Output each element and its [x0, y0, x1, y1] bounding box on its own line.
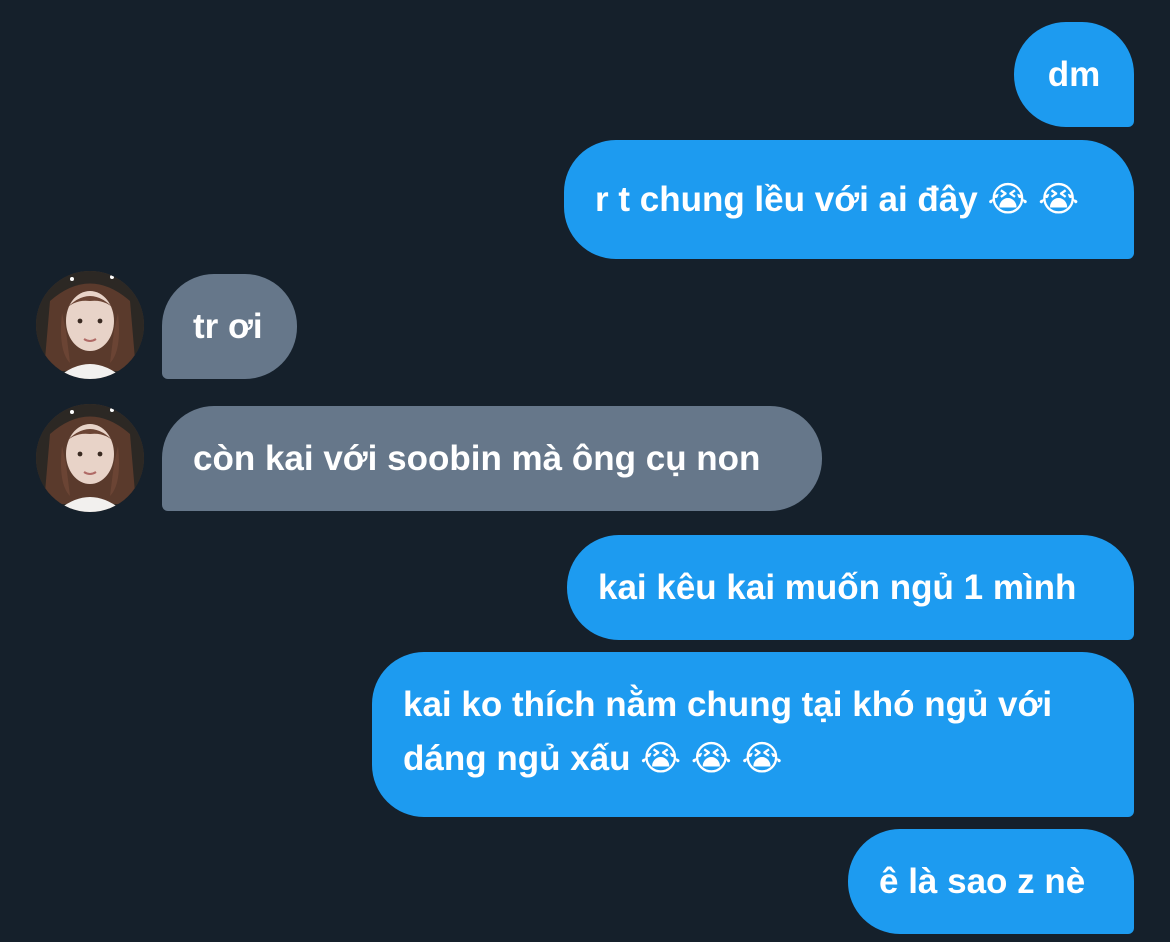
avatar[interactable] — [36, 271, 144, 379]
message-text: tr ơi — [193, 307, 263, 346]
message-bubble-sent[interactable]: ê là sao z nè — [848, 829, 1134, 934]
profile-photo-icon — [36, 271, 144, 379]
message-bubble-received[interactable]: tr ơi — [162, 274, 297, 379]
message-thread: dm r t chung lều với ai đây 😭 😭 tr ơi cò… — [0, 0, 1170, 942]
profile-photo-icon — [36, 404, 144, 512]
message-text: dm — [1047, 55, 1101, 94]
message-text-line: dáng ngủ xấu 😭 😭 😭 — [403, 739, 783, 778]
message-bubble-received[interactable]: còn kai với soobin mà ông cụ non — [162, 406, 822, 511]
message-text: r t chung lều với ai đây 😭 😭 — [595, 180, 1079, 219]
message-bubble-sent[interactable]: dm — [1014, 22, 1134, 127]
message-bubble-sent[interactable]: r t chung lều với ai đây 😭 😭 — [564, 140, 1134, 259]
avatar[interactable] — [36, 404, 144, 512]
message-text-line: kai ko thích nằm chung tại khó ngủ với — [403, 685, 1053, 724]
message-bubble-sent[interactable]: kai kêu kai muốn ngủ 1 mình — [567, 535, 1134, 640]
message-text: ê là sao z nè — [879, 862, 1086, 901]
message-bubble-sent[interactable]: kai ko thích nằm chung tại khó ngủ với d… — [372, 652, 1134, 817]
message-text: kai kêu kai muốn ngủ 1 mình — [598, 568, 1077, 607]
message-text: còn kai với soobin mà ông cụ non — [193, 439, 761, 478]
